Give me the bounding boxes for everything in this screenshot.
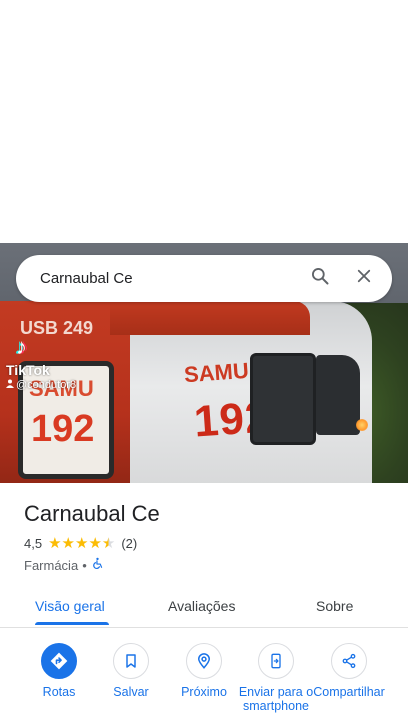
place-name: Carnaubal Ce (24, 501, 160, 526)
half-star-icon: ★ (101, 534, 116, 552)
ambulance-door-window (250, 353, 316, 445)
save-button[interactable]: Salvar (93, 643, 169, 699)
review-count: (2) (121, 536, 138, 551)
active-tab-indicator (35, 622, 109, 625)
tiktok-watermark: ♪ TikTok @condutor8 (6, 334, 76, 391)
directions-label: Rotas (42, 685, 76, 699)
send-to-phone-button[interactable]: Enviar para o smartphone (238, 643, 314, 713)
wheelchair-icon (91, 557, 104, 573)
clear-search-button[interactable] (342, 257, 386, 301)
tiktok-brand: TikTok (6, 362, 50, 378)
send-to-phone-icon (258, 643, 294, 679)
search-icon (310, 266, 330, 291)
star-icon: ★ (48, 534, 62, 552)
search-input[interactable]: Carnaubal Ce (16, 270, 298, 287)
tab-reviews[interactable]: Avaliações (168, 598, 235, 614)
place-details-sheet: Carnaubal Ce 4,5 ★ ★ ★ ★ ★ (2) Farmácia … (0, 483, 408, 726)
category-row: Farmácia • (24, 557, 104, 573)
tiktok-user: @condutor8 (6, 379, 76, 391)
close-icon (355, 267, 373, 290)
nearby-button[interactable]: Próximo (166, 643, 242, 699)
share-button[interactable]: Compartilhar (311, 643, 387, 699)
rating-row[interactable]: 4,5 ★ ★ ★ ★ ★ (2) (24, 534, 138, 552)
ambulance-front-number: 192 (31, 408, 95, 450)
nearby-label: Próximo (181, 685, 227, 699)
rating-value: 4,5 (24, 536, 43, 551)
directions-button[interactable]: Rotas (21, 643, 97, 699)
search-button[interactable] (298, 257, 342, 301)
save-label: Salvar (113, 685, 149, 699)
tab-overview[interactable]: Visão geral (35, 598, 105, 614)
ambulance-windshield (316, 355, 360, 435)
action-buttons: Rotas Salvar Próximo Enviar para o smart… (0, 643, 408, 726)
star-rating: ★ ★ ★ ★ ★ (48, 534, 116, 552)
ambulance-light (356, 419, 368, 431)
ambulance-side-text: SAMU (183, 357, 250, 388)
tiktok-logo-icon: ♪ (16, 334, 27, 359)
send-to-phone-label: Enviar para o smartphone (238, 685, 314, 713)
star-icon: ★ (61, 534, 75, 552)
nearby-icon (186, 643, 222, 679)
separator: • (82, 557, 87, 573)
share-icon (331, 643, 367, 679)
ambulance-roof-stripe (110, 301, 310, 335)
user-icon (6, 379, 14, 391)
search-bar[interactable]: Carnaubal Ce (16, 255, 392, 302)
share-label: Compartilhar (313, 685, 385, 699)
place-category: Farmácia (24, 557, 79, 573)
directions-icon (41, 643, 77, 679)
star-icon: ★ (88, 534, 102, 552)
star-icon: ★ (74, 534, 89, 552)
bookmark-icon (113, 643, 149, 679)
tiktok-username: @condutor8 (16, 379, 77, 391)
tab-about[interactable]: Sobre (316, 598, 353, 614)
